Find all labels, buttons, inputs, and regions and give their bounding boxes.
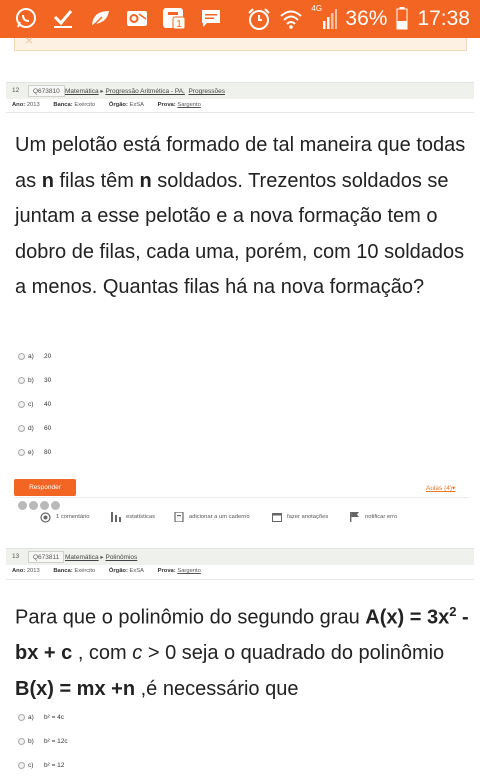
- option-b[interactable]: b) 30: [18, 374, 51, 386]
- question-meta: Ano: 2013 Banca: Exército Órgão: ExSA Pr…: [12, 568, 201, 574]
- question-number: 12: [12, 87, 20, 94]
- radio-button[interactable]: [18, 448, 25, 456]
- google-plus-icon[interactable]: [51, 501, 60, 510]
- notebook-icon: [174, 512, 184, 522]
- question-header: 12 Q673810 Matemática ▸ Progressão Aritm…: [6, 82, 474, 99]
- outlook-icon: [125, 6, 149, 30]
- radio-button[interactable]: [18, 400, 25, 408]
- breadcrumb: Matemática ▸ Progressão Aritmética - PA,…: [65, 88, 225, 95]
- option-a[interactable]: a) b² = 4c: [18, 711, 64, 723]
- message-icon: [199, 6, 223, 30]
- radio-button[interactable]: [18, 737, 25, 745]
- question-number: 13: [12, 553, 20, 560]
- question-text: Um pelotão está formado de tal maneira q…: [15, 134, 466, 298]
- comments-button[interactable]: 1 comentário: [40, 511, 90, 523]
- calendar-icon: [272, 512, 282, 522]
- radio-button[interactable]: [18, 424, 25, 432]
- breadcrumb-subject-link[interactable]: Matemática: [65, 554, 99, 561]
- question-text: Para que o polinômio do segundo grau A(x…: [15, 604, 469, 700]
- breadcrumb: Matemática ▸ Polinômios: [65, 554, 138, 561]
- notice-box: ×: [14, 32, 467, 51]
- option-c[interactable]: c) 40: [18, 398, 51, 410]
- share-icons: [18, 501, 60, 510]
- svg-text:1: 1: [176, 19, 182, 30]
- checkmark-icon: [51, 6, 75, 30]
- divider: [14, 497, 470, 498]
- report-error-button[interactable]: notificar erro: [350, 511, 397, 523]
- flag-icon: [350, 512, 360, 522]
- option-e[interactable]: e) 80: [18, 446, 51, 458]
- aulas-link[interactable]: Aulas (4)▾: [426, 484, 455, 492]
- notes-button[interactable]: fazer anotações: [272, 511, 328, 523]
- share-icon[interactable]: [18, 501, 27, 510]
- prova-link[interactable]: Sargento: [177, 568, 201, 574]
- option-b[interactable]: b) b² = 12c: [18, 735, 68, 747]
- whatsapp-icon: [14, 6, 38, 30]
- alarm-icon: [247, 7, 271, 31]
- radio-button[interactable]: [18, 761, 25, 769]
- radio-button[interactable]: [18, 376, 25, 384]
- divider: [6, 112, 474, 113]
- status-bar: 1 4G 36% 17:38: [0, 0, 480, 38]
- radio-button[interactable]: [18, 352, 25, 360]
- facebook-icon[interactable]: [29, 501, 38, 510]
- breadcrumb-topic-link[interactable]: Progressão Aritmética - PA,: [105, 88, 184, 95]
- breadcrumb-subject-link[interactable]: Matemática: [65, 88, 99, 95]
- notification-icon: 1: [162, 6, 186, 30]
- comment-icon: [40, 511, 51, 523]
- battery-icon: [395, 7, 409, 31]
- option-a[interactable]: a) 20: [18, 350, 51, 362]
- question-id: Q673810: [28, 85, 65, 97]
- signal-icon: 4G: [311, 4, 338, 31]
- question-id: Q673811: [28, 551, 65, 563]
- clock: 17:38: [417, 7, 470, 30]
- option-d[interactable]: d) 60: [18, 422, 51, 434]
- wifi-icon: [279, 7, 303, 31]
- question-meta: Ano: 2013 Banca: Exército Órgão: ExSA Pr…: [12, 102, 201, 108]
- breadcrumb-subtopic-link[interactable]: Progressões: [188, 88, 225, 95]
- add-notebook-button[interactable]: adicionar a um caderno: [174, 511, 250, 523]
- battery-percent: 36%: [345, 7, 388, 30]
- question-header: 13 Q673811 Matemática ▸ Polinômios: [6, 548, 474, 565]
- bar-chart-icon: [111, 512, 121, 522]
- twitter-icon[interactable]: [40, 501, 49, 510]
- breadcrumb-topic-link[interactable]: Polinômios: [105, 554, 137, 561]
- divider: [6, 579, 474, 580]
- radio-button[interactable]: [18, 713, 25, 721]
- answer-button[interactable]: Responder: [14, 479, 76, 496]
- leaf-icon: [88, 6, 112, 30]
- prova-link[interactable]: Sargento: [177, 102, 201, 108]
- close-icon[interactable]: ×: [25, 32, 33, 48]
- option-c[interactable]: c) b² = 12: [18, 759, 64, 771]
- statistics-button[interactable]: estatísticas: [111, 511, 155, 523]
